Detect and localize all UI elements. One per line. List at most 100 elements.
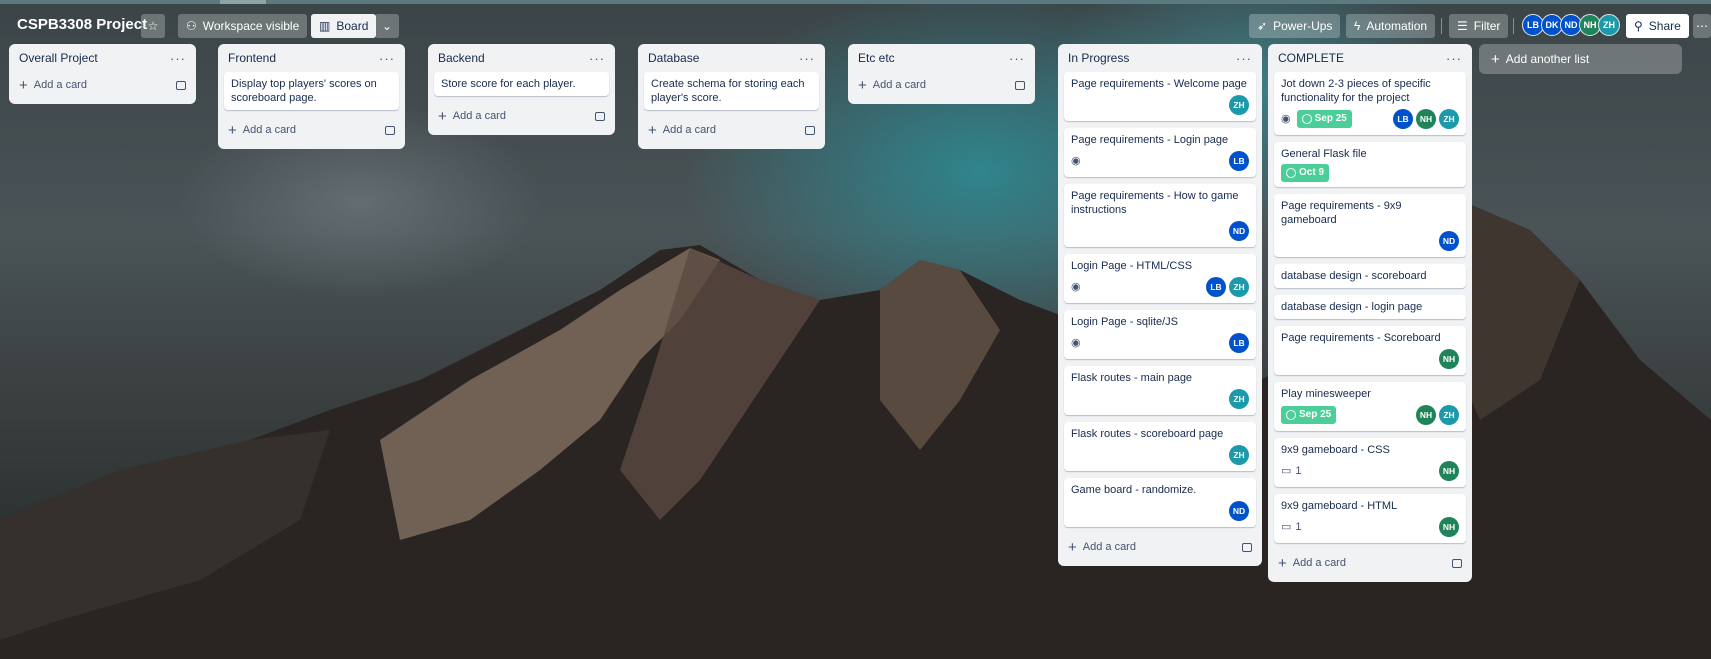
- star-button[interactable]: ☆: [141, 14, 165, 38]
- list-item[interactable]: Login Page - HTML/CSS ◉ LB ZH: [1064, 254, 1256, 303]
- avatar[interactable]: ZH: [1229, 277, 1249, 297]
- avatar[interactable]: LB: [1206, 277, 1226, 297]
- more-icon[interactable]: ···: [1236, 51, 1252, 66]
- avatar[interactable]: ZH: [1439, 405, 1459, 425]
- board-members: LB DK ND NH ZH: [1522, 14, 1620, 36]
- list-overall-project: Overall Project ··· + Add a card: [9, 44, 196, 104]
- list-item[interactable]: Flask routes - main page ZH: [1064, 366, 1256, 415]
- add-card-button[interactable]: + Add a card: [434, 103, 609, 129]
- more-icon[interactable]: ···: [589, 51, 605, 66]
- list-item[interactable]: database design - scoreboard: [1274, 264, 1466, 288]
- card-title: Page requirements - Scoreboard: [1281, 332, 1441, 344]
- list-item[interactable]: Page requirements - How to game instruct…: [1064, 184, 1256, 247]
- avatar[interactable]: NH: [1439, 349, 1459, 369]
- list-title[interactable]: Etc etc: [858, 51, 895, 65]
- board-icon: ▥: [319, 19, 331, 33]
- list-database: Database ··· Create schema for storing e…: [638, 44, 825, 149]
- list-header: In Progress ···: [1064, 44, 1256, 72]
- add-card-button[interactable]: + Add a card: [15, 72, 190, 98]
- list-header: Overall Project ···: [15, 44, 190, 72]
- more-icon[interactable]: ···: [1446, 51, 1462, 66]
- add-card-button[interactable]: + Add a card: [224, 117, 399, 143]
- more-icon[interactable]: ···: [1009, 51, 1025, 66]
- avatar[interactable]: ZH: [1229, 95, 1249, 115]
- template-icon[interactable]: [1452, 558, 1462, 568]
- due-date-badge[interactable]: Sep 25: [1281, 406, 1337, 424]
- template-icon[interactable]: [595, 111, 605, 121]
- list-title[interactable]: In Progress: [1068, 51, 1129, 65]
- list-item[interactable]: Display top players' scores on scoreboar…: [224, 72, 399, 110]
- card-footer: ◉ LB ZH: [1071, 276, 1249, 298]
- add-card-button[interactable]: + Add a card: [644, 117, 819, 143]
- board-menu-button[interactable]: ⋯: [1693, 14, 1711, 38]
- template-icon[interactable]: [1015, 80, 1025, 90]
- automation-button[interactable]: ϟ Automation: [1346, 14, 1436, 38]
- board-view-button[interactable]: ▥ Board: [311, 14, 377, 38]
- card-footer: NH: [1281, 348, 1459, 370]
- add-list-button[interactable]: + Add another list: [1479, 44, 1682, 74]
- card-footer: ND: [1071, 500, 1249, 522]
- card-title: Login Page - sqlite/JS: [1071, 316, 1179, 328]
- list-item[interactable]: Jot down 2-3 pieces of specific function…: [1274, 72, 1466, 135]
- board-title[interactable]: CSPB3308 Project: [17, 16, 147, 33]
- filter-button[interactable]: ☰ Filter: [1449, 14, 1509, 38]
- avatar[interactable]: LB: [1229, 333, 1249, 353]
- avatar[interactable]: ZH: [1229, 445, 1249, 465]
- list-in-progress: In Progress ··· Page requirements - Welc…: [1058, 44, 1262, 566]
- list-title[interactable]: Overall Project: [19, 51, 98, 65]
- avatar[interactable]: NH: [1439, 517, 1459, 537]
- list-title[interactable]: COMPLETE: [1278, 51, 1344, 65]
- share-button[interactable]: ⚲ Share: [1626, 14, 1689, 38]
- rocket-icon: ➶: [1257, 19, 1268, 33]
- due-date-badge[interactable]: Oct 9: [1281, 164, 1330, 182]
- more-icon[interactable]: ···: [379, 51, 395, 66]
- list-item[interactable]: Page requirements - Login page ◉ LB: [1064, 128, 1256, 177]
- add-card-button[interactable]: + Add a card: [1064, 534, 1256, 560]
- card-title: General Flask file: [1281, 148, 1367, 160]
- more-icon[interactable]: ···: [170, 51, 186, 66]
- list-item[interactable]: Flask routes - scoreboard page ZH: [1064, 422, 1256, 471]
- list-item[interactable]: Page requirements - Scoreboard NH: [1274, 326, 1466, 375]
- template-icon[interactable]: [805, 125, 815, 135]
- template-icon[interactable]: [176, 80, 186, 90]
- template-icon[interactable]: [1242, 542, 1252, 552]
- view-switcher-button[interactable]: ⌄: [375, 14, 399, 38]
- powerups-button[interactable]: ➶ Power-Ups: [1249, 14, 1341, 38]
- list-item[interactable]: Game board - randomize. ND: [1064, 478, 1256, 527]
- list-item[interactable]: 9x9 gameboard - CSS ▭ 1 NH: [1274, 438, 1466, 487]
- plus-icon: +: [1068, 538, 1077, 556]
- star-icon: ☆: [147, 19, 159, 33]
- avatar[interactable]: ZH: [1598, 14, 1620, 36]
- add-card-button[interactable]: + Add a card: [854, 72, 1029, 98]
- visibility-button[interactable]: ⚇ Workspace visible: [178, 14, 308, 38]
- list-item[interactable]: Page requirements - 9x9 gameboard ND: [1274, 194, 1466, 257]
- list-title[interactable]: Backend: [438, 51, 485, 65]
- list-item[interactable]: Page requirements - Welcome page ZH: [1064, 72, 1256, 121]
- avatar[interactable]: LB: [1393, 109, 1413, 129]
- list-item[interactable]: Create schema for storing each player's …: [644, 72, 819, 110]
- template-icon[interactable]: [385, 125, 395, 135]
- list-title[interactable]: Frontend: [228, 51, 276, 65]
- card-title: Flask routes - scoreboard page: [1071, 428, 1224, 440]
- list-title[interactable]: Database: [648, 51, 699, 65]
- avatar[interactable]: ND: [1229, 221, 1249, 241]
- avatar[interactable]: NH: [1439, 461, 1459, 481]
- card-footer: ZH: [1071, 388, 1249, 410]
- avatar[interactable]: ND: [1439, 231, 1459, 251]
- avatar[interactable]: ND: [1229, 501, 1249, 521]
- list-item[interactable]: General Flask file Oct 9: [1274, 142, 1466, 187]
- avatar[interactable]: ZH: [1439, 109, 1459, 129]
- clock-icon: [1286, 168, 1296, 178]
- list-item[interactable]: Store score for each player.: [434, 72, 609, 96]
- more-icon[interactable]: ···: [799, 51, 815, 66]
- list-item[interactable]: Play minesweeper Sep 25 NH ZH: [1274, 382, 1466, 431]
- due-date-badge[interactable]: Sep 25: [1296, 110, 1352, 128]
- avatar[interactable]: NH: [1416, 109, 1436, 129]
- list-item[interactable]: Login Page - sqlite/JS ◉ LB: [1064, 310, 1256, 359]
- list-item[interactable]: database design - login page: [1274, 295, 1466, 319]
- list-item[interactable]: 9x9 gameboard - HTML ▭ 1 NH: [1274, 494, 1466, 543]
- avatar[interactable]: LB: [1229, 151, 1249, 171]
- avatar[interactable]: NH: [1416, 405, 1436, 425]
- avatar[interactable]: ZH: [1229, 389, 1249, 409]
- add-card-button[interactable]: + Add a card: [1274, 550, 1466, 576]
